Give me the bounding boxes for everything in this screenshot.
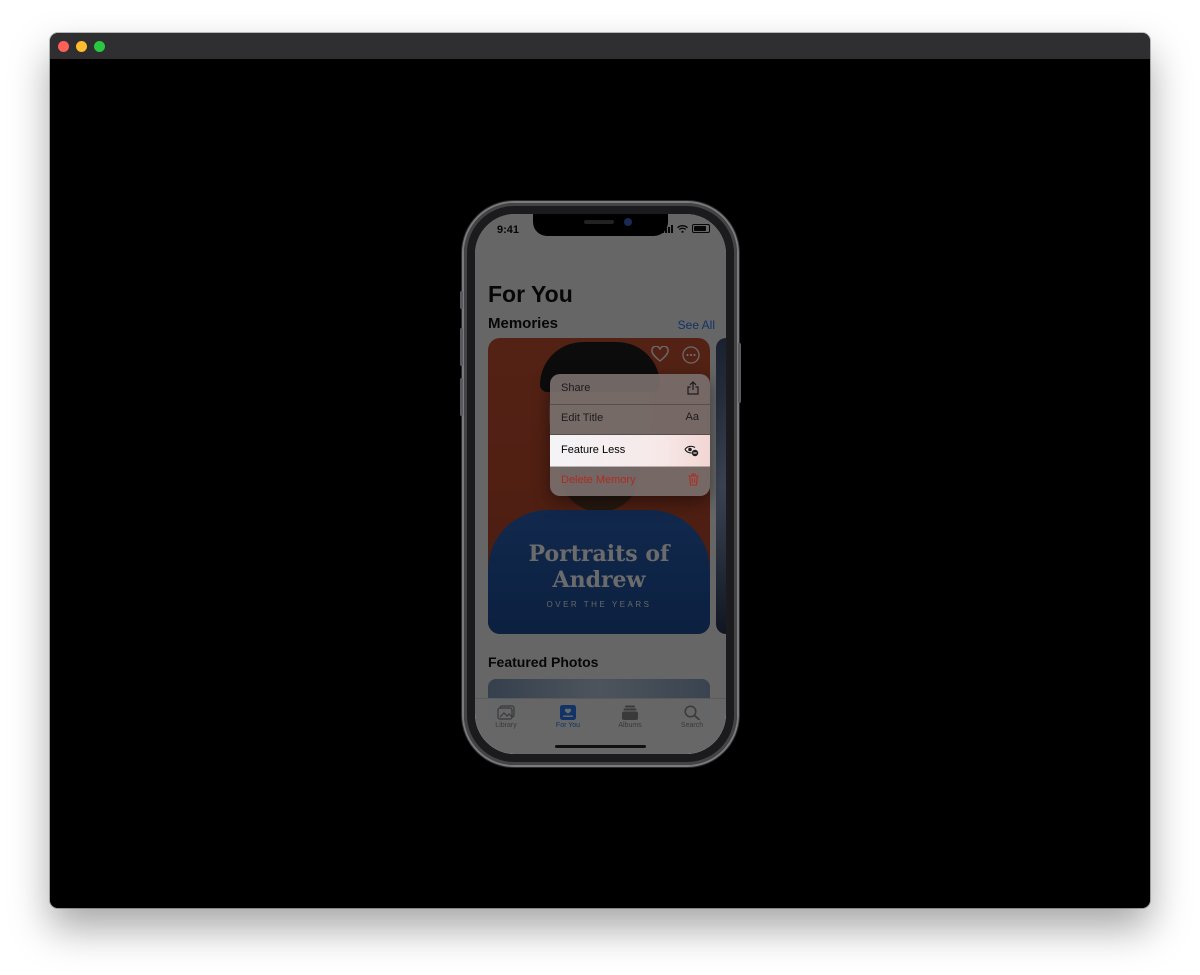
minimize-window-button[interactable] xyxy=(76,41,87,52)
trash-icon xyxy=(688,473,699,486)
tab-library[interactable]: Library xyxy=(481,705,531,729)
zoom-window-button[interactable] xyxy=(94,41,105,52)
menu-item-delete-memory[interactable]: Delete Memory xyxy=(550,466,710,496)
menu-item-label: Edit Title xyxy=(561,412,604,424)
text-format-icon: Aa xyxy=(685,411,699,423)
iphone-device: 9:41 For You Memories See All Portraits … xyxy=(460,203,741,765)
library-icon xyxy=(497,705,515,720)
tab-search[interactable]: Search xyxy=(667,705,717,729)
notch xyxy=(533,214,668,236)
featured-photos-heading: Featured Photos xyxy=(488,654,599,670)
front-camera xyxy=(624,218,632,226)
menu-item-label: Feature Less xyxy=(561,444,626,456)
side-button xyxy=(738,343,741,403)
for-you-icon xyxy=(560,705,576,720)
menu-item-share[interactable]: Share xyxy=(550,374,710,405)
volume-down-button xyxy=(460,378,463,416)
context-menu: Share Edit Title Aa Feature Less Delete … xyxy=(550,374,710,496)
silent-switch xyxy=(460,291,463,309)
albums-icon xyxy=(622,705,638,720)
phone-screen: 9:41 For You Memories See All Portraits … xyxy=(475,214,726,754)
memory-title: Portraits of Andrew xyxy=(528,541,670,593)
tab-library-label: Library xyxy=(495,722,517,729)
battery-icon xyxy=(692,224,710,233)
tab-albums-label: Albums xyxy=(618,722,642,729)
heart-icon[interactable] xyxy=(651,346,669,362)
close-window-button[interactable] xyxy=(58,41,69,52)
menu-item-label: Share xyxy=(561,382,591,394)
menu-item-feature-less[interactable]: Feature Less xyxy=(550,435,710,467)
simulator-content: 9:41 For You Memories See All Portraits … xyxy=(50,59,1150,908)
feature-less-icon xyxy=(684,445,699,457)
menu-item-edit-title[interactable]: Edit Title Aa xyxy=(550,404,710,435)
tab-search-label: Search xyxy=(680,722,704,729)
share-icon xyxy=(687,381,699,395)
status-time: 9:41 xyxy=(497,224,520,236)
menu-item-label: Delete Memory xyxy=(561,474,636,486)
page-title: For You xyxy=(488,281,573,307)
tab-albums[interactable]: Albums xyxy=(605,705,655,729)
title-bar xyxy=(50,33,1150,59)
speaker-grille xyxy=(584,220,614,224)
search-icon xyxy=(684,705,700,720)
tab-for-you-label: For You xyxy=(555,722,581,729)
next-memory-card[interactable] xyxy=(716,338,726,634)
more-options-icon[interactable] xyxy=(682,346,700,364)
home-indicator[interactable] xyxy=(555,745,646,748)
see-all-link[interactable]: See All xyxy=(678,318,715,332)
tab-for-you[interactable]: For You xyxy=(543,705,593,729)
wifi-icon xyxy=(677,224,688,233)
app-window: 9:41 For You Memories See All Portraits … xyxy=(50,33,1150,908)
volume-up-button xyxy=(460,328,463,366)
memories-heading: Memories xyxy=(488,315,559,332)
memory-subtitle: OVER THE YEARS xyxy=(546,600,652,609)
